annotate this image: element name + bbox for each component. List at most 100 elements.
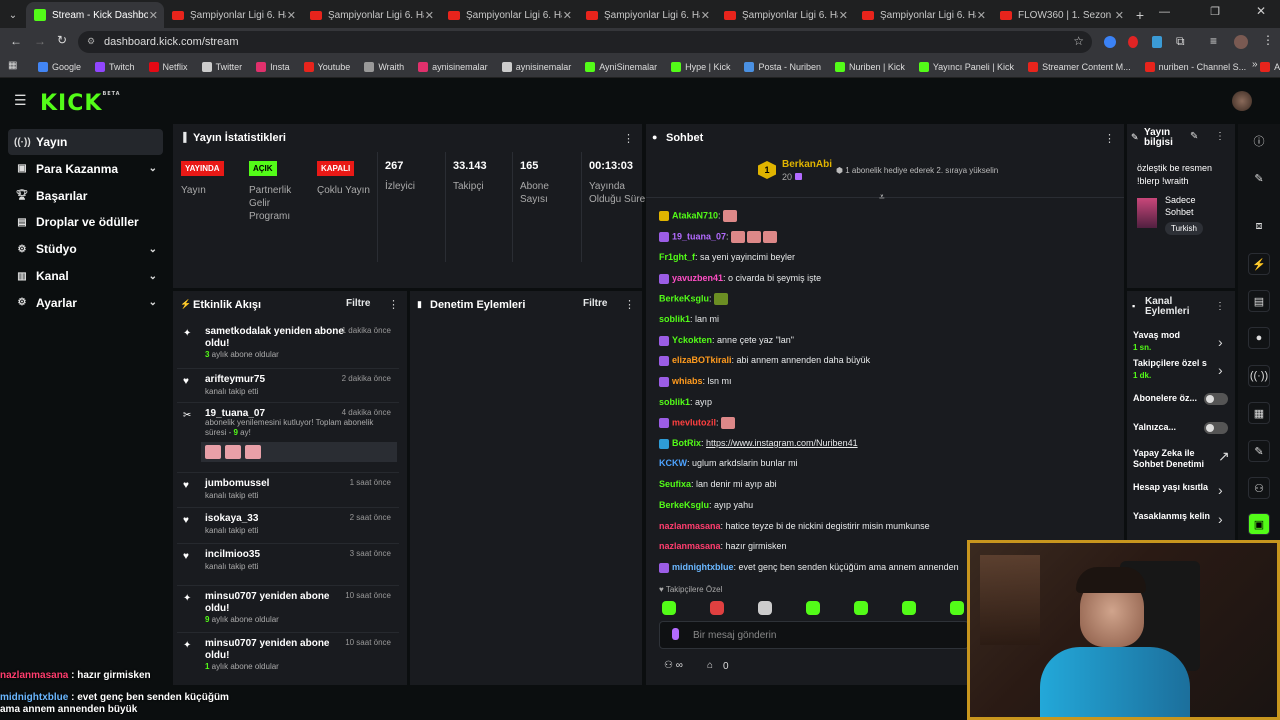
bookmark-item[interactable]: aynisinemalar bbox=[418, 61, 488, 72]
bookmark-item[interactable]: Google bbox=[38, 61, 81, 72]
moderation-filter-button[interactable]: Filtre bbox=[583, 298, 607, 309]
extension-icon[interactable] bbox=[1104, 36, 1116, 48]
sidebar-item-settings[interactable]: ⚙ Ayarlar ⌄ bbox=[8, 290, 163, 316]
chat-username[interactable]: soblik1 bbox=[659, 397, 690, 407]
close-tab-icon[interactable]: ✕ bbox=[1115, 9, 1124, 22]
emote-picker-icon[interactable] bbox=[710, 601, 724, 615]
close-tab-icon[interactable]: ✕ bbox=[563, 9, 572, 22]
bookmark-item[interactable]: Youtube bbox=[303, 61, 350, 72]
chat-username[interactable]: midnightxblue bbox=[672, 562, 734, 572]
browser-tab[interactable]: Şampiyonlar Ligi 6. Hafta✕ bbox=[716, 2, 854, 28]
site-info-icon[interactable]: ⚙ bbox=[87, 36, 95, 47]
browser-tab[interactable]: Şampiyonlar Ligi 6. Hafta✕ bbox=[164, 2, 302, 28]
store-icon[interactable]: ⌂ bbox=[707, 660, 713, 671]
channel-actions-menu-icon[interactable]: ⋮ bbox=[1215, 301, 1225, 312]
bookmark-star-icon[interactable]: ☆ bbox=[1073, 34, 1084, 48]
microphone-icon[interactable] bbox=[672, 628, 679, 640]
chevron-down-icon[interactable]: ⌄ bbox=[149, 297, 157, 308]
emote-picker-icon[interactable] bbox=[950, 601, 964, 615]
url-field[interactable]: ⚙ dashboard.kick.com/stream ☆ bbox=[78, 31, 1092, 53]
chevron-down-icon[interactable]: ⌄ bbox=[149, 163, 157, 174]
kick-logo[interactable]: KICKBETA bbox=[40, 91, 121, 116]
sidebar-item-money[interactable]: ▣ Para Kazanma ⌄ bbox=[8, 156, 163, 182]
collapse-pinned-icon[interactable]: ⩡ bbox=[879, 192, 885, 203]
bookmark-item[interactable]: Aynı Sinemalar - Ça... bbox=[1260, 61, 1280, 72]
edit-icon[interactable]: ✎ bbox=[1248, 167, 1270, 189]
chat-username[interactable]: elizaBOTkirali bbox=[672, 355, 732, 365]
shield-extension-icon[interactable] bbox=[1152, 36, 1162, 48]
chat-username[interactable]: soblik1 bbox=[659, 314, 690, 324]
bookmark-item[interactable]: Twitter bbox=[201, 61, 242, 72]
media-icon[interactable]: ≡ bbox=[1210, 34, 1217, 48]
bookmark-item[interactable]: Wraith bbox=[364, 61, 404, 72]
sidebar-item-channel[interactable]: ▥ Kanal ⌄ bbox=[8, 263, 163, 289]
broadcast-icon[interactable]: ((·)) bbox=[1248, 365, 1270, 387]
chat-username[interactable]: mevlutozil bbox=[672, 417, 716, 427]
chat-username[interactable]: Yckokten bbox=[672, 335, 712, 345]
emote-picker-icon[interactable] bbox=[806, 601, 820, 615]
bookmark-item[interactable]: Insta bbox=[256, 61, 290, 72]
chat-username[interactable]: yavuzben41 bbox=[672, 273, 723, 283]
chevron-right-icon[interactable]: › bbox=[1218, 482, 1223, 498]
bookmark-item[interactable]: Nuriben | Kick bbox=[834, 61, 905, 72]
chat-text[interactable]: https://www.instagram.com/Nuriben41 bbox=[706, 438, 858, 448]
emote-picker-icon[interactable] bbox=[902, 601, 916, 615]
moderation-menu-icon[interactable]: ⋮ bbox=[624, 298, 635, 311]
chevron-right-icon[interactable]: › bbox=[1218, 362, 1223, 378]
hamburger-menu-icon[interactable]: ☰ bbox=[14, 92, 27, 109]
browser-menu-icon[interactable]: ⋮ bbox=[1262, 33, 1274, 47]
stats-menu-icon[interactable]: ⋮ bbox=[623, 132, 634, 145]
tab-search-icon[interactable]: ⌄ bbox=[0, 2, 26, 28]
bookmark-item[interactable]: nuriben - Channel S... bbox=[1144, 61, 1246, 72]
chat-username[interactable]: nazlanmasana bbox=[659, 521, 721, 531]
top-gifter-name[interactable]: BerkanAbi bbox=[782, 159, 832, 170]
profile-avatar[interactable] bbox=[1234, 35, 1248, 49]
chat-message-input[interactable]: Bir mesaj gönderin bbox=[659, 621, 969, 649]
close-tab-icon[interactable]: ✕ bbox=[701, 9, 710, 22]
chat-username[interactable]: BotRix bbox=[672, 438, 701, 448]
toggle-switch[interactable] bbox=[1204, 393, 1228, 405]
browser-tab[interactable]: Stream - Kick Dashboard✕ bbox=[26, 2, 164, 28]
sidebar-item-gift[interactable]: ▤ Droplar ve ödüller bbox=[8, 209, 163, 235]
users-icon[interactable]: ⚇ bbox=[1248, 477, 1270, 499]
chevron-down-icon[interactable]: ⌄ bbox=[149, 244, 157, 255]
kick-app-icon[interactable]: ▣ bbox=[1248, 513, 1270, 535]
close-tab-icon[interactable]: ✕ bbox=[839, 9, 848, 22]
emote-picker-icon[interactable] bbox=[854, 601, 868, 615]
activity-menu-icon[interactable]: ⋮ bbox=[388, 298, 399, 311]
reload-icon[interactable]: ↻ bbox=[57, 33, 67, 47]
sidebar-item-trophy[interactable]: 🏆︎ Başarılar bbox=[8, 183, 163, 209]
back-icon[interactable]: ← bbox=[10, 34, 22, 48]
more-bookmarks-icon[interactable]: » bbox=[1252, 59, 1258, 70]
extensions-puzzle-icon[interactable]: ⧉ bbox=[1176, 34, 1185, 49]
browser-tab[interactable]: FLOW360 | 1. Sezon 5. Bö✕ bbox=[992, 2, 1130, 28]
chat-username[interactable]: KCKW bbox=[659, 458, 687, 468]
emote-picker-icon[interactable] bbox=[662, 601, 676, 615]
emote-picker-icon[interactable] bbox=[758, 601, 772, 615]
chat-username[interactable]: 19_tuana_07 bbox=[672, 231, 726, 241]
new-tab-button[interactable]: + bbox=[1130, 2, 1150, 28]
chevron-down-icon[interactable]: ⌄ bbox=[149, 271, 157, 282]
toggle-switch[interactable] bbox=[1204, 422, 1228, 434]
close-tab-icon[interactable]: ✕ bbox=[977, 9, 986, 22]
apps-grid-icon[interactable]: ▦ bbox=[8, 60, 17, 71]
close-window-icon[interactable]: ✕ bbox=[1256, 4, 1266, 18]
browser-tab[interactable]: Şampiyonlar Ligi 6. Hafta✕ bbox=[578, 2, 716, 28]
stream-info-menu-icon[interactable]: ⋮ bbox=[1215, 131, 1225, 142]
chevron-right-icon[interactable]: › bbox=[1218, 511, 1223, 527]
bookmark-item[interactable]: Yayıncı Paneli | Kick bbox=[918, 61, 1014, 72]
close-tab-icon[interactable]: ✕ bbox=[149, 9, 158, 22]
external-link-icon[interactable]: ↗ bbox=[1218, 448, 1230, 465]
browser-tab[interactable]: Şampiyonlar Ligi 6. Hafta✕ bbox=[440, 2, 578, 28]
bookmark-item[interactable]: Netflix bbox=[148, 61, 188, 72]
sidebar-item-broadcast[interactable]: ((·)) Yayın bbox=[8, 129, 163, 155]
chat-username[interactable]: AtakaN710 bbox=[672, 210, 718, 220]
user-avatar[interactable] bbox=[1232, 91, 1252, 111]
bookmark-item[interactable]: AyniSinemalar bbox=[585, 61, 657, 72]
info-icon[interactable]: ⓘ bbox=[1248, 130, 1270, 152]
bookmark-item[interactable]: aynisinemalar bbox=[501, 61, 571, 72]
bookmark-item[interactable]: Twitch bbox=[95, 61, 135, 72]
category-name[interactable]: Sadece Sohbet bbox=[1165, 194, 1225, 218]
chat-username[interactable]: nazlanmasana bbox=[659, 541, 721, 551]
close-tab-icon[interactable]: ✕ bbox=[287, 9, 296, 22]
